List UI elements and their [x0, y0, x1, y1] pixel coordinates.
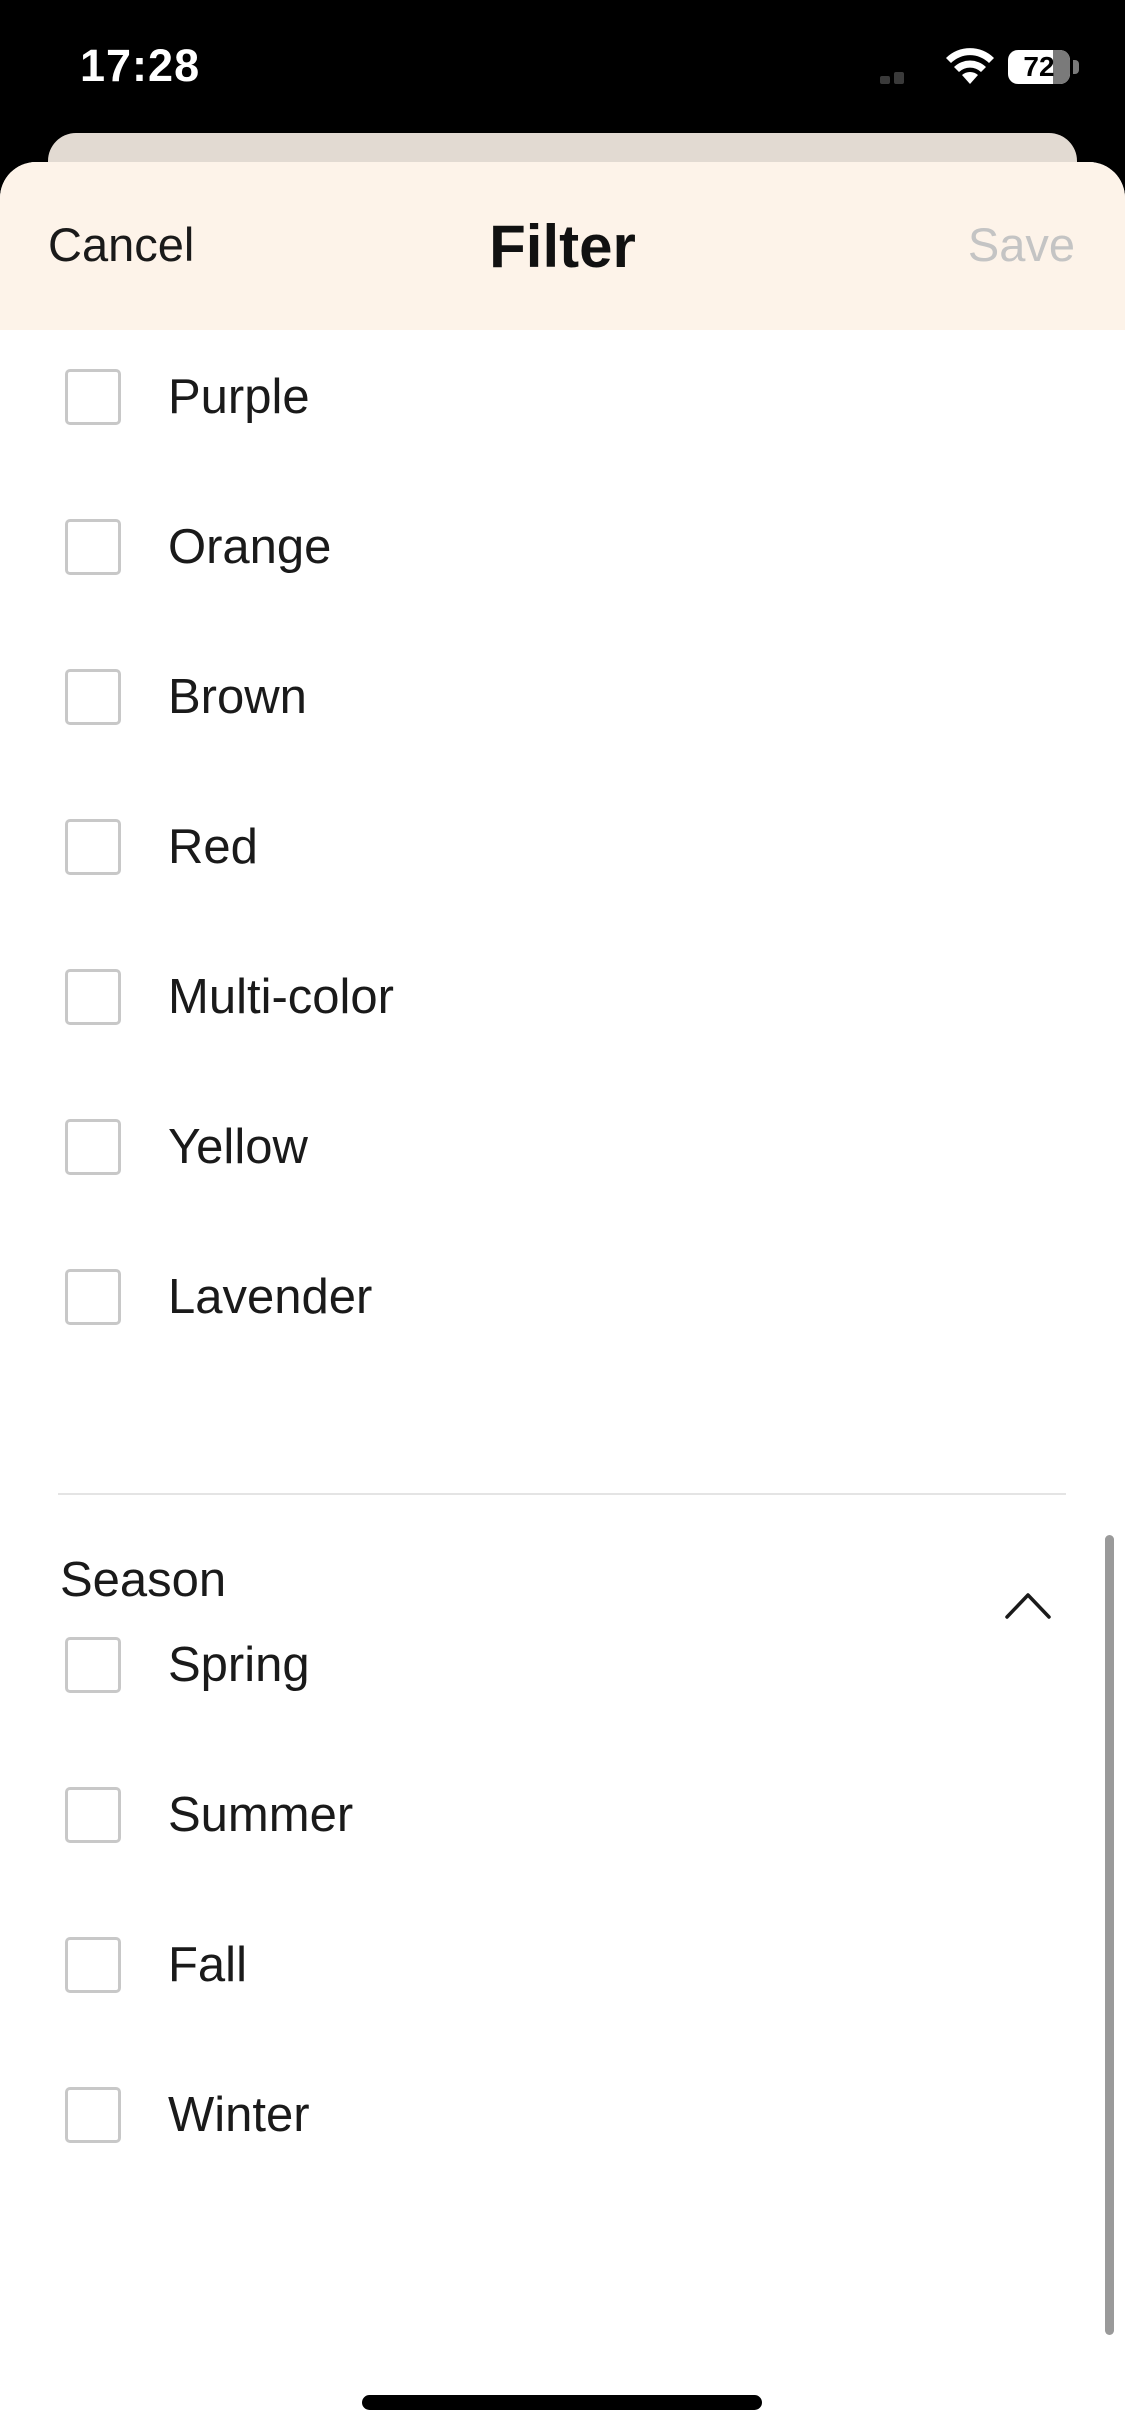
option-red[interactable]: Red [0, 780, 1125, 930]
checkbox[interactable] [65, 669, 121, 725]
season-section-title[interactable]: Season [60, 1552, 226, 1608]
chevron-up-icon[interactable] [1004, 1590, 1052, 1620]
battery-level: 72 [1023, 51, 1055, 82]
option-purple[interactable]: Purple [0, 330, 1125, 480]
option-winter[interactable]: Winter [0, 2080, 1125, 2230]
option-label: Spring [168, 1638, 310, 1692]
checkbox[interactable] [65, 1119, 121, 1175]
battery-icon: 72 [1008, 48, 1082, 88]
checkbox[interactable] [65, 819, 121, 875]
option-orange[interactable]: Orange [0, 480, 1125, 630]
status-time: 17:28 [80, 40, 201, 91]
option-label: Purple [168, 370, 310, 424]
home-indicator[interactable] [362, 2395, 762, 2410]
option-yellow[interactable]: Yellow [0, 1080, 1125, 1230]
option-label: Red [168, 820, 258, 874]
option-label: Summer [168, 1788, 354, 1842]
option-summer[interactable]: Summer [0, 1780, 1125, 1930]
wifi-icon [946, 48, 994, 84]
option-label: Fall [168, 1938, 247, 1992]
sheet-header: Cancel Filter Save [0, 162, 1125, 330]
checkbox[interactable] [65, 1637, 121, 1693]
checkbox[interactable] [65, 2087, 121, 2143]
scrollbar[interactable] [1105, 1535, 1114, 2335]
checkbox[interactable] [65, 1937, 121, 1993]
option-label: Multi-color [168, 970, 394, 1024]
section-divider [58, 1493, 1066, 1495]
option-multi-color[interactable]: Multi-color [0, 930, 1125, 1080]
option-spring[interactable]: Spring [0, 1630, 1125, 1780]
checkbox[interactable] [65, 369, 121, 425]
option-label: Winter [168, 2088, 310, 2142]
cancel-button[interactable]: Cancel [48, 217, 194, 272]
option-label: Yellow [168, 1120, 308, 1174]
checkbox[interactable] [65, 969, 121, 1025]
save-button[interactable]: Save [968, 217, 1075, 272]
filter-sheet: Cancel Filter Save Purple Orange Brown R… [0, 162, 1125, 2436]
option-label: Brown [168, 670, 307, 724]
option-brown[interactable]: Brown [0, 630, 1125, 780]
option-fall[interactable]: Fall [0, 1930, 1125, 2080]
status-bar: 17:28 72 [0, 0, 1125, 135]
option-label: Lavender [168, 1270, 373, 1324]
checkbox[interactable] [65, 519, 121, 575]
option-label: Orange [168, 520, 332, 574]
option-lavender[interactable]: Lavender [0, 1230, 1125, 1380]
checkbox[interactable] [65, 1787, 121, 1843]
checkbox[interactable] [65, 1269, 121, 1325]
cellular-signal-icon [880, 72, 904, 84]
